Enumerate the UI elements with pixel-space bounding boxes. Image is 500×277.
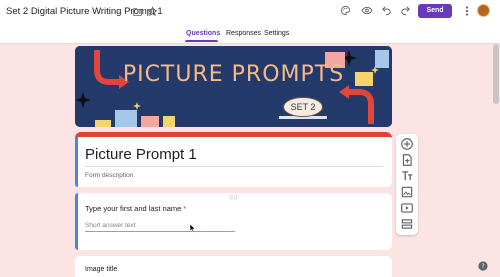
svg-text:?: ? xyxy=(481,264,484,270)
drag-handle-icon[interactable]: ⠿⠿ xyxy=(229,195,238,202)
title-text-icon[interactable] xyxy=(400,169,414,183)
banner-set-label: SET 2 xyxy=(283,97,323,117)
header-banner-image: PICTURE PROMPTS SET 2 xyxy=(75,46,392,127)
title-underline xyxy=(85,166,383,167)
mouse-cursor-icon xyxy=(190,224,196,233)
import-icon[interactable] xyxy=(400,153,414,167)
side-toolbar xyxy=(396,134,418,235)
folder-icon[interactable] xyxy=(132,7,143,17)
tab-responses[interactable]: Responses xyxy=(226,30,261,37)
more-vert-icon[interactable] xyxy=(465,6,469,16)
undo-icon[interactable] xyxy=(381,5,392,16)
question-text[interactable]: Type your first and last name * xyxy=(85,204,186,213)
form-description-field[interactable]: Form description xyxy=(85,172,133,179)
required-marker: * xyxy=(183,204,187,213)
scrollbar-thumb[interactable] xyxy=(493,44,499,104)
form-title-card[interactable]: Picture Prompt 1 Form description xyxy=(75,132,392,187)
short-answer-placeholder: Short answer text xyxy=(85,222,136,229)
focus-indicator xyxy=(75,137,78,187)
tab-bar: Questions Responses Settings xyxy=(0,29,500,44)
avatar[interactable] xyxy=(477,4,490,17)
active-tab-indicator xyxy=(185,40,218,42)
focus-indicator xyxy=(75,193,78,250)
send-button[interactable]: Send xyxy=(418,4,452,18)
answer-underline xyxy=(85,231,235,232)
header-divider xyxy=(0,43,500,44)
tab-settings[interactable]: Settings xyxy=(264,30,289,37)
star-icon[interactable] xyxy=(147,6,158,17)
redo-icon[interactable] xyxy=(400,5,411,16)
top-bar: Set 2 Digital Picture Writing Prompt 1 S… xyxy=(0,0,500,44)
palette-icon[interactable] xyxy=(340,5,351,16)
eye-icon[interactable] xyxy=(361,5,373,16)
scrollbar[interactable] xyxy=(492,44,500,277)
image-title[interactable]: Image title xyxy=(85,266,117,273)
question-card[interactable]: ⠿⠿ Type your first and last name * Short… xyxy=(75,193,392,250)
banner-title: PICTURE PROMPTS xyxy=(122,62,345,87)
help-icon[interactable]: ? xyxy=(478,261,488,271)
tab-questions[interactable]: Questions xyxy=(186,30,220,37)
section-icon[interactable] xyxy=(400,217,414,231)
image-icon[interactable] xyxy=(400,185,414,199)
image-card[interactable]: Image title xyxy=(75,256,392,277)
add-circle-icon[interactable] xyxy=(400,137,414,151)
form-title[interactable]: Picture Prompt 1 xyxy=(85,146,197,163)
video-icon[interactable] xyxy=(400,201,414,215)
